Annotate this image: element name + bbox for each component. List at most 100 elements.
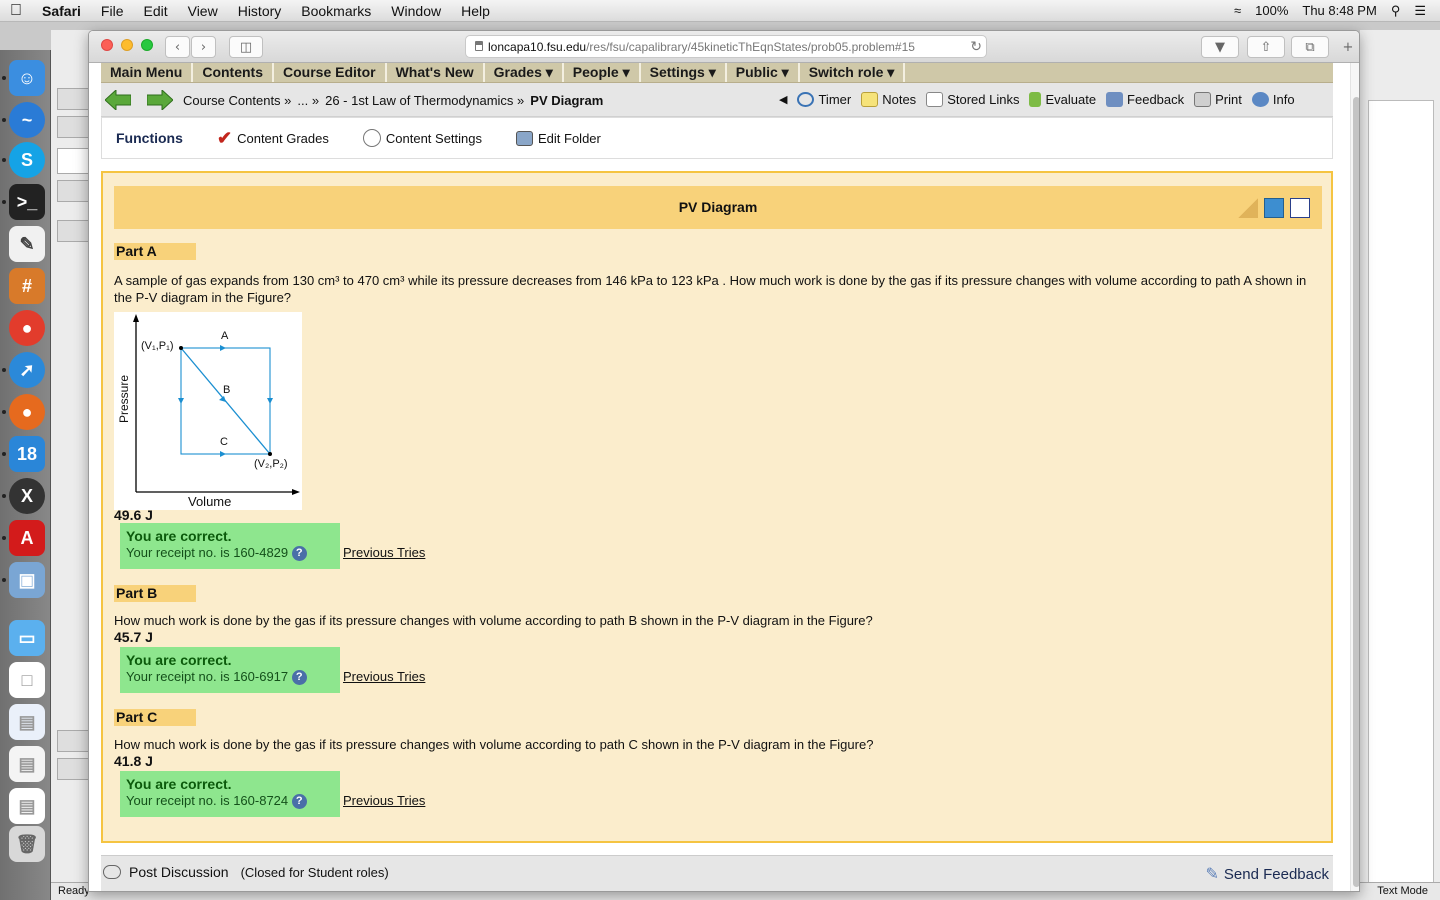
page-scrollbar[interactable] [1350, 63, 1359, 891]
nav-contents[interactable]: Contents [193, 63, 275, 82]
firefox-icon[interactable]: ● [9, 394, 45, 430]
menu-history[interactable]: History [228, 3, 292, 19]
menu-help[interactable]: Help [451, 3, 500, 19]
running-indicator [2, 494, 6, 498]
notification-center-icon[interactable]: ☰ [1414, 3, 1426, 19]
nav-switch-role[interactable]: Switch role ▾ [800, 63, 906, 82]
close-window-button[interactable] [101, 39, 113, 51]
chrome-icon[interactable]: ● [9, 310, 45, 346]
running-indicator [2, 578, 6, 582]
calendar-18-icon[interactable]: 18 [9, 436, 45, 472]
preview-icon[interactable]: ▣ [9, 562, 45, 598]
finder-icon[interactable]: ☺ [9, 60, 45, 96]
nav-whats-new[interactable]: What's New [387, 63, 485, 82]
breadcrumb-ellipsis[interactable]: ... » [297, 93, 319, 108]
zoom-window-button[interactable] [141, 39, 153, 51]
help-question-icon[interactable]: ? [291, 546, 307, 562]
downloads-button[interactable]: ▼ [1201, 36, 1239, 58]
document-stack-icon[interactable]: ▤ [9, 704, 45, 740]
tabs-overview-button[interactable]: ⧉ [1291, 36, 1329, 58]
content-grades-link[interactable]: ✔ Content Grades [217, 128, 329, 149]
back-button[interactable]: ‹ [165, 36, 190, 58]
document-icon[interactable]: □ [9, 662, 45, 698]
sidebar-toggle-button[interactable]: ◫ [229, 36, 263, 58]
stored-links-link[interactable]: Stored Links [926, 92, 1019, 107]
nav-grades[interactable]: Grades ▾ [485, 63, 564, 82]
menu-file[interactable]: File [91, 3, 134, 19]
skype-icon[interactable]: S [9, 142, 45, 178]
part-a-result-row: You are correct. Your receipt no. is 160… [114, 523, 1322, 573]
clock[interactable]: Thu 8:48 PM [1302, 3, 1376, 18]
minimize-window-button[interactable] [121, 39, 133, 51]
notes-link[interactable]: Notes [861, 92, 916, 107]
document-stack-2-icon[interactable]: ▤ [9, 746, 45, 782]
print-label: Print [1215, 92, 1242, 107]
safari-icon[interactable]: ➚ [9, 352, 45, 388]
part-c-previous-tries-link[interactable]: Previous Tries [343, 793, 425, 808]
menu-edit[interactable]: Edit [133, 3, 177, 19]
edit-problem-icon[interactable] [1264, 198, 1284, 218]
content-settings-link[interactable]: Content Settings [362, 129, 482, 147]
scrollbar-thumb[interactable] [1353, 97, 1359, 887]
breadcrumb-current: PV Diagram [530, 93, 604, 108]
breadcrumb-folder[interactable]: 26 - 1st Law of Thermodynamics » [325, 93, 524, 108]
url-path: /res/fsu/capalibrary/45kineticThEqnState… [586, 39, 915, 54]
menu-app-name[interactable]: Safari [32, 3, 91, 19]
feedback-link[interactable]: Feedback [1106, 92, 1184, 107]
nav-main-menu[interactable]: Main Menu [101, 63, 194, 82]
breadcrumb-course-contents[interactable]: Course Contents » [183, 93, 291, 108]
menu-view[interactable]: View [178, 3, 228, 19]
forward-arrow-icon[interactable] [147, 90, 173, 110]
trash-icon[interactable]: 🗑 [9, 826, 45, 862]
functions-bar: Functions ✔ Content Grades Content Settin… [101, 117, 1333, 159]
send-feedback[interactable]: ✎ Send Feedback [1206, 864, 1329, 884]
apple-icon[interactable]:  [0, 2, 32, 20]
folder-icon[interactable]: ▭ [9, 620, 45, 656]
back-arrow-icon[interactable] [105, 90, 131, 110]
info-link[interactable]: Info [1251, 92, 1295, 107]
help-question-icon[interactable]: ? [291, 794, 307, 810]
menu-window[interactable]: Window [381, 3, 451, 19]
triangle-ruler-icon[interactable] [1238, 198, 1258, 218]
help-h-icon[interactable] [1290, 198, 1310, 218]
collapse-triangle-icon[interactable]: ◀ [779, 93, 787, 106]
nav-people[interactable]: People ▾ [564, 63, 641, 82]
calculator-icon[interactable]: # [9, 268, 45, 304]
wifi-icon[interactable]: ≈ [1234, 3, 1241, 18]
acrobat-icon[interactable]: A [9, 520, 45, 556]
terminal-icon[interactable]: >_ [9, 184, 45, 220]
share-button[interactable]: ⇧ [1247, 36, 1285, 58]
help-question-icon[interactable]: ? [291, 670, 307, 686]
pen-icon: ✎ [1205, 866, 1219, 883]
mail-app-icon[interactable]: ~ [9, 102, 45, 138]
document-stack-3-icon[interactable]: ▤ [9, 788, 45, 824]
evaluate-link[interactable]: Evaluate [1029, 92, 1096, 107]
print-link[interactable]: Print [1194, 92, 1242, 107]
part-b-previous-tries-link[interactable]: Previous Tries [343, 669, 425, 684]
timer-label: Timer [818, 92, 852, 107]
spotlight-icon[interactable]: ⚲ [1391, 3, 1401, 19]
part-c-receipt: Your receipt no. is 160-8724 [126, 793, 289, 808]
timer-link[interactable]: Timer [797, 92, 851, 107]
nav-settings[interactable]: Settings ▾ [641, 63, 727, 82]
textedit-icon[interactable]: ✎ [9, 226, 45, 262]
problem-title-bar: PV Diagram [114, 186, 1322, 229]
x11-icon[interactable]: X [9, 478, 45, 514]
menu-bookmarks[interactable]: Bookmarks [291, 3, 381, 19]
new-tab-button[interactable]: + [1337, 36, 1359, 58]
checkmark-icon: ✔ [217, 127, 233, 148]
nav-course-editor[interactable]: Course Editor [274, 63, 387, 82]
edit-folder-link[interactable]: Edit Folder [516, 130, 601, 146]
forward-button[interactable]: › [191, 36, 216, 58]
part-c-status: You are correct. [126, 776, 232, 792]
discussion-bubble-icon[interactable] [103, 865, 121, 879]
reload-icon[interactable]: ↻ [970, 38, 982, 55]
battery-percent[interactable]: 100% [1255, 3, 1288, 18]
post-discussion-link[interactable]: Post Discussion [129, 864, 229, 880]
path-b-label: B [223, 384, 231, 396]
part-c-answer: 41.8 J [114, 753, 153, 769]
dock: ☺ ~ S >_ ✎ # ● ➚ ● 18 X A ▣ ▭ □ ▤ ▤ ▤ 🗑 [0, 50, 51, 900]
part-a-previous-tries-link[interactable]: Previous Tries [343, 545, 425, 560]
address-bar[interactable]: loncapa10.fsu.edu/res/fsu/capalibrary/45… [465, 35, 987, 58]
nav-public[interactable]: Public ▾ [727, 63, 800, 82]
